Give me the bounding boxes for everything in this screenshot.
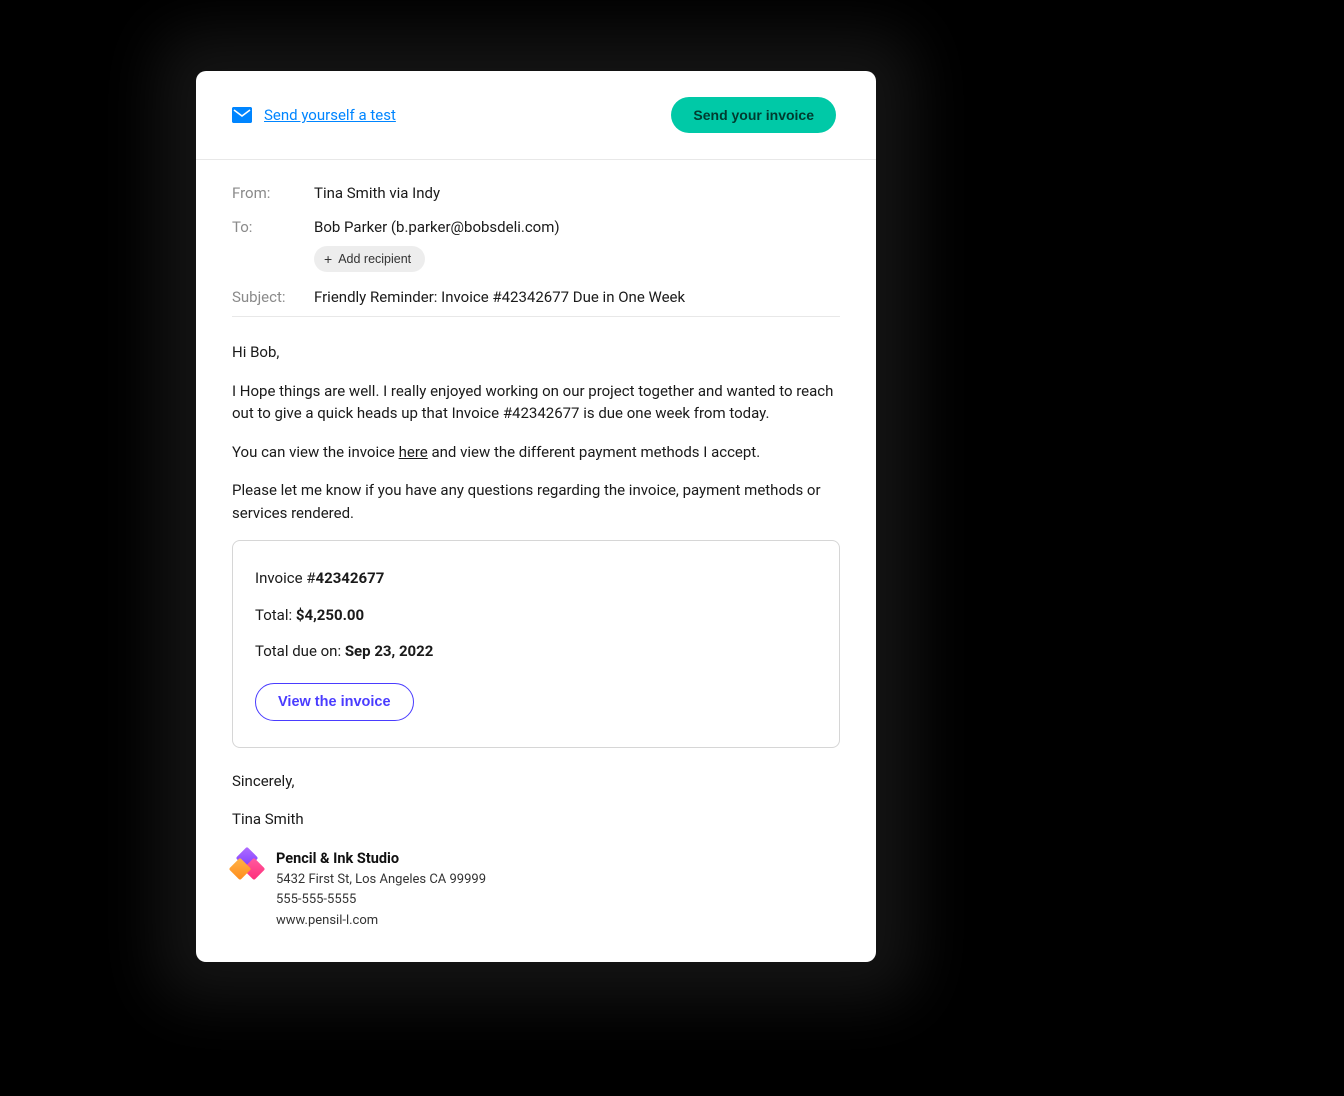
invoice-due-line: Total due on: Sep 23, 2022 xyxy=(255,640,817,663)
view-invoice-button[interactable]: View the invoice xyxy=(255,683,414,721)
p2-pre: You can view the invoice xyxy=(232,443,399,461)
company-info: Pencil & Ink Studio 5432 First St, Los A… xyxy=(276,847,486,933)
mail-icon xyxy=(232,107,252,123)
greeting: Hi Bob, xyxy=(232,341,840,364)
send-invoice-button[interactable]: Send your invoice xyxy=(671,97,836,133)
subject-row: Subject: Friendly Reminder: Invoice #423… xyxy=(232,288,840,306)
email-compose-card: Send yourself a test Send your invoice F… xyxy=(196,71,876,962)
to-row: To: Bob Parker (b.parker@bobsdeli.com) +… xyxy=(232,218,840,272)
invoice-prefix: Invoice # xyxy=(255,569,315,587)
invoice-due-value: Sep 23, 2022 xyxy=(345,642,434,660)
company-block: Pencil & Ink Studio 5432 First St, Los A… xyxy=(232,847,840,933)
send-test-label: Send yourself a test xyxy=(264,106,396,124)
invoice-total-line: Total: $4,250.00 xyxy=(255,604,817,627)
company-address: 5432 First St, Los Angeles CA 99999 xyxy=(276,870,486,891)
p2-post: and view the different payment methods I… xyxy=(428,443,760,461)
from-label: From: xyxy=(232,184,314,202)
plus-icon: + xyxy=(324,252,332,266)
sender-name: Tina Smith xyxy=(232,808,840,831)
add-recipient-button[interactable]: + Add recipient xyxy=(314,246,425,272)
add-recipient-label: Add recipient xyxy=(338,252,411,266)
from-row: From: Tina Smith via Indy xyxy=(232,184,840,202)
body-paragraph-1: I Hope things are well. I really enjoyed… xyxy=(232,380,840,425)
body-paragraph-3: Please let me know if you have any quest… xyxy=(232,479,840,524)
invoice-due-label: Total due on: xyxy=(255,642,345,660)
company-name: Pencil & Ink Studio xyxy=(276,847,486,870)
company-phone: 555-555-5555 xyxy=(276,890,486,911)
invoice-summary-box: Invoice #42342677 Total: $4,250.00 Total… xyxy=(232,540,840,748)
invoice-here-link[interactable]: here xyxy=(399,443,428,461)
invoice-number: 42342677 xyxy=(315,569,384,587)
email-body: Hi Bob, I Hope things are well. I really… xyxy=(196,317,876,962)
signoff: Sincerely, xyxy=(232,770,840,793)
subject-value: Friendly Reminder: Invoice #42342677 Due… xyxy=(314,288,685,306)
invoice-total-value: $4,250.00 xyxy=(296,606,364,624)
to-label: To: xyxy=(232,218,314,236)
company-website: www.pensil-l.com xyxy=(276,911,486,932)
to-value: Bob Parker (b.parker@bobsdeli.com) xyxy=(314,218,560,236)
invoice-number-line: Invoice #42342677 xyxy=(255,567,817,590)
send-test-link[interactable]: Send yourself a test xyxy=(232,106,396,124)
card-header: Send yourself a test Send your invoice xyxy=(196,71,876,160)
from-value: Tina Smith via Indy xyxy=(314,184,440,202)
email-fields: From: Tina Smith via Indy To: Bob Parker… xyxy=(196,160,876,306)
invoice-total-label: Total: xyxy=(255,606,296,624)
subject-label: Subject: xyxy=(232,288,314,306)
company-logo-icon xyxy=(232,851,262,881)
body-paragraph-2: You can view the invoice here and view t… xyxy=(232,441,840,464)
